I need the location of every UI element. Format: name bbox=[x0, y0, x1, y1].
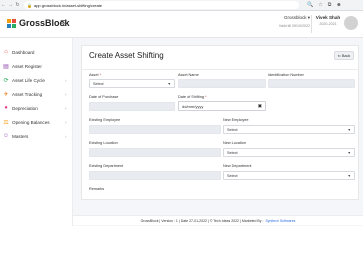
app: GrossBlock ☰ Grossblock ▾ Valid till 09/… bbox=[0, 11, 363, 226]
sidebar-item-asset-tracking[interactable]: ✈ Asset Tracking › bbox=[0, 88, 73, 100]
asset-name-label: Asset Name bbox=[178, 73, 199, 77]
extensions-icon[interactable]: ⧉ bbox=[328, 2, 332, 8]
asset-name-field bbox=[178, 79, 266, 88]
sidebar-item-label: Asset Register bbox=[12, 63, 42, 69]
new-department-select[interactable]: Select ▼ bbox=[223, 171, 355, 180]
asset-label: Asset * bbox=[89, 73, 102, 77]
sidebar-item-label: Dashboard bbox=[12, 49, 35, 55]
existing-location-field bbox=[89, 148, 221, 157]
depreciation-icon: ● bbox=[4, 105, 8, 111]
card-divider bbox=[82, 69, 358, 70]
shifting-date-label: Date of Shifting * bbox=[178, 95, 207, 99]
purchase-date-field bbox=[89, 102, 175, 111]
user-info[interactable]: Vivek Shah 2020-2021 bbox=[313, 15, 343, 26]
existing-department-label: Existing Department bbox=[89, 164, 124, 168]
footer: GrossBlock | Version : 1 | Date 27-01-20… bbox=[73, 215, 363, 225]
sidebar-item-asset-life-cycle[interactable]: ⟳ Asset Life Cycle › bbox=[0, 74, 73, 86]
lock-icon: 🔒 bbox=[27, 2, 32, 8]
new-department-value: Select bbox=[227, 173, 238, 178]
chevron-down-icon: ▼ bbox=[167, 81, 171, 86]
forward-arrow-icon[interactable]: → bbox=[7, 1, 14, 10]
new-employee-select[interactable]: Select ▼ bbox=[223, 125, 355, 134]
star-icon[interactable]: ☆ bbox=[318, 2, 322, 8]
lifecycle-icon: ⟳ bbox=[3, 77, 9, 84]
masters-icon: ☺ bbox=[2, 133, 10, 139]
sidebar-item-label: Masters bbox=[12, 133, 29, 139]
fiscal-validity: Valid till 09/10/2022 bbox=[278, 24, 310, 28]
chevron-down-icon: ▼ bbox=[347, 150, 351, 155]
address-bar[interactable]: 🔒 app.grossblock.in/asset-shifting/creat… bbox=[24, 1, 299, 9]
shifting-date-placeholder: dd/mm/yyyy bbox=[182, 103, 204, 109]
sidebar-item-asset-register[interactable]: ▤ Asset Register bbox=[0, 60, 73, 72]
identification-field bbox=[268, 79, 355, 88]
address-url: app.grossblock.in/asset-shifting/create bbox=[33, 2, 103, 8]
sidebar-item-masters[interactable]: ☺ Masters › bbox=[0, 130, 73, 142]
chevron-right-icon: › bbox=[65, 77, 67, 83]
register-icon: ▤ bbox=[3, 63, 9, 70]
tracking-icon: ✈ bbox=[3, 91, 9, 98]
back-button[interactable]: ⇐ Back bbox=[334, 51, 354, 60]
new-department-label: New Department bbox=[223, 164, 252, 168]
chevron-down-icon: ▼ bbox=[347, 127, 351, 132]
chevron-right-icon: › bbox=[65, 119, 67, 125]
page-title: Create Asset Shifting bbox=[89, 51, 164, 60]
profile-icon[interactable]: ☻ bbox=[336, 2, 341, 8]
shifting-date-input[interactable]: dd/mm/yyyy ▣ bbox=[178, 101, 266, 111]
avatar[interactable] bbox=[344, 16, 358, 30]
new-location-label: New Location bbox=[223, 141, 247, 145]
remarks-label: Remarks bbox=[89, 187, 105, 191]
sidebar-item-label: Depreciation bbox=[12, 105, 38, 111]
header-divider bbox=[311, 15, 312, 33]
zoom-icon[interactable]: 🔍 bbox=[307, 2, 313, 8]
sidebar-item-dashboard[interactable]: ⌂ Dashboard bbox=[0, 46, 73, 58]
new-employee-value: Select bbox=[227, 127, 238, 132]
sidebar: ⌂ Dashboard ▤ Asset Register ⟳ Asset Lif… bbox=[0, 38, 73, 226]
browser-bar: ← → ↻ 🔒 app.grossblock.in/asset-shifting… bbox=[0, 0, 363, 11]
browser-actions: 🔍 ☆ ⧉ ☻ bbox=[307, 2, 342, 8]
menu-toggle-icon[interactable]: ☰ bbox=[60, 19, 67, 28]
calendar-icon[interactable]: ▣ bbox=[258, 103, 262, 109]
sidebar-item-label: Asset Tracking bbox=[12, 91, 43, 97]
asset-select[interactable]: Select ▼ bbox=[89, 79, 175, 88]
user-name: Vivek Shah bbox=[315, 15, 341, 20]
existing-location-label: Existing Location bbox=[89, 141, 118, 145]
home-icon: ⌂ bbox=[4, 49, 8, 55]
sidebar-item-depreciation[interactable]: ● Depreciation › bbox=[0, 102, 73, 114]
footer-link[interactable]: Synitech Softwares bbox=[265, 219, 295, 223]
new-location-select[interactable]: Select ▼ bbox=[223, 148, 355, 157]
balance-icon: ⚖ bbox=[3, 119, 9, 126]
company-caret-icon: ▾ bbox=[307, 15, 310, 20]
sidebar-item-label: Asset Life Cycle bbox=[12, 77, 45, 83]
chevron-right-icon: › bbox=[65, 133, 67, 139]
chevron-right-icon: › bbox=[65, 105, 67, 111]
asset-select-value: Select bbox=[93, 81, 104, 86]
identification-label: Identification Number bbox=[268, 73, 304, 77]
new-employee-label: New Employee bbox=[223, 118, 249, 122]
top-bar: GrossBlock ☰ Grossblock ▾ Valid till 09/… bbox=[0, 11, 363, 38]
back-arrow-icon[interactable]: ← bbox=[0, 1, 7, 10]
purchase-date-label: Date of Purchase bbox=[89, 95, 119, 99]
existing-employee-label: Existing Employee bbox=[89, 118, 121, 122]
asset-shifting-form: Create Asset Shifting ⇐ Back Asset * Sel… bbox=[81, 45, 359, 200]
sidebar-item-opening-balances[interactable]: ⚖ Opening Balances › bbox=[0, 116, 73, 128]
logo-icon bbox=[7, 18, 16, 28]
footer-text: GrossBlock | Version : 1 | Date 27-01-20… bbox=[140, 218, 264, 223]
chevron-right-icon: › bbox=[65, 91, 67, 97]
reload-icon[interactable]: ↻ bbox=[14, 1, 21, 10]
existing-department-field bbox=[89, 171, 221, 180]
chevron-down-icon: ▼ bbox=[347, 173, 351, 178]
new-location-value: Select bbox=[227, 150, 238, 155]
user-year: 2020-2021 bbox=[319, 22, 337, 26]
sidebar-item-label: Opening Balances bbox=[12, 119, 50, 125]
company-selector[interactable]: Grossblock ▾ Valid till 09/10/2022 bbox=[268, 15, 310, 28]
company-name: Grossblock bbox=[283, 15, 307, 20]
existing-employee-field bbox=[89, 125, 221, 134]
